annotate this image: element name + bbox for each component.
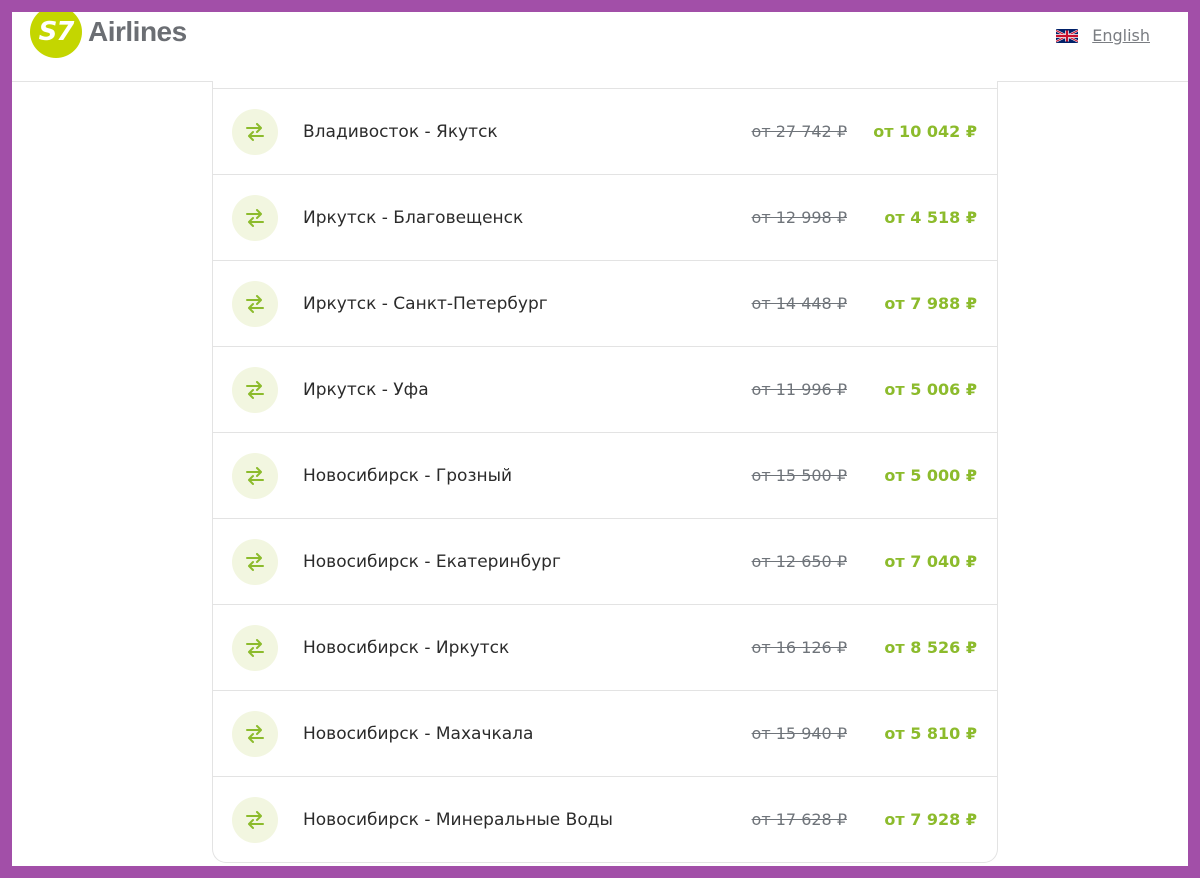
route-name[interactable]: Новосибирск - Иркутск — [303, 605, 509, 691]
route-row[interactable]: Новосибирск - Грозный от 15 500 ₽ от 5 000… — [213, 432, 997, 518]
old-price: от 15 500 ₽ — [751, 466, 847, 485]
new-price[interactable]: от 5 000 ₽ — [884, 433, 977, 519]
old-price: от 14 448 ₽ — [751, 294, 847, 313]
new-price[interactable]: от 5 006 ₽ — [884, 347, 977, 433]
site-header: S7 Airlines English — [12, 12, 1188, 82]
language-link[interactable]: English — [1092, 26, 1150, 45]
route-row[interactable]: Новосибирск - Екатеринбург от 12 650 ₽ от … — [213, 518, 997, 604]
route-row[interactable]: Иркутск - Благовещенск от 12 998 ₽ от 4 51… — [213, 174, 997, 260]
round-trip-arrows-icon — [232, 367, 278, 413]
round-trip-arrows-icon — [232, 281, 278, 327]
route-row[interactable]: Владивосток - Якутск от 27 742 ₽ от 10 042… — [213, 88, 997, 174]
old-price: от 17 628 ₽ — [751, 810, 847, 829]
route-row[interactable]: Новосибирск - Иркутск от 16 126 ₽ от 8 526… — [213, 604, 997, 690]
round-trip-arrows-icon — [232, 109, 278, 155]
old-price: от 15 940 ₽ — [751, 724, 847, 743]
route-name[interactable]: Владивосток - Якутск — [303, 89, 498, 175]
round-trip-arrows-icon — [232, 625, 278, 671]
new-price[interactable]: от 4 518 ₽ — [884, 175, 977, 261]
round-trip-arrows-icon — [232, 797, 278, 843]
round-trip-arrows-icon — [232, 711, 278, 757]
route-name[interactable]: Иркутск - Благовещенск — [303, 175, 523, 261]
old-price: от 16 126 ₽ — [751, 638, 847, 657]
routes-card: Владивосток - Якутск от 27 742 ₽ от 10 042… — [212, 81, 998, 863]
new-price[interactable]: от 5 810 ₽ — [884, 691, 977, 777]
page-frame: S7 Airlines English Владивосток - Якутск… — [12, 12, 1188, 866]
round-trip-arrows-icon — [232, 539, 278, 585]
new-price[interactable]: от 8 526 ₽ — [884, 605, 977, 691]
language-switcher[interactable]: English — [1056, 26, 1150, 45]
route-name[interactable]: Иркутск - Уфа — [303, 347, 429, 433]
route-name[interactable]: Новосибирск - Екатеринбург — [303, 519, 561, 605]
logo-mark: S7 — [30, 12, 82, 58]
new-price[interactable]: от 7 988 ₽ — [884, 261, 977, 347]
new-price[interactable]: от 7 040 ₽ — [884, 519, 977, 605]
route-name[interactable]: Новосибирск - Грозный — [303, 433, 512, 519]
old-price: от 27 742 ₽ — [751, 122, 847, 141]
old-price: от 12 998 ₽ — [751, 208, 847, 227]
route-name[interactable]: Новосибирск - Махачкала — [303, 691, 533, 777]
s7-logo[interactable]: S7 Airlines — [30, 12, 187, 64]
route-row[interactable]: Иркутск - Уфа от 11 996 ₽ от 5 006 ₽ — [213, 346, 997, 432]
uk-flag-icon — [1056, 28, 1079, 43]
new-price[interactable]: от 7 928 ₽ — [884, 777, 977, 863]
old-price: от 12 650 ₽ — [751, 552, 847, 571]
round-trip-arrows-icon — [232, 195, 278, 241]
route-row[interactable]: Новосибирск - Минеральные Воды от 17 628 … — [213, 776, 997, 862]
route-name[interactable]: Иркутск - Санкт-Петербург — [303, 261, 548, 347]
round-trip-arrows-icon — [232, 453, 278, 499]
route-row[interactable]: Новосибирск - Махачкала от 15 940 ₽ от 5 8… — [213, 690, 997, 776]
logo-text: Airlines — [88, 16, 187, 47]
old-price: от 11 996 ₽ — [751, 380, 847, 399]
route-row[interactable]: Иркутск - Санкт-Петербург от 14 448 ₽ от 7… — [213, 260, 997, 346]
new-price[interactable]: от 10 042 ₽ — [873, 89, 977, 175]
route-name[interactable]: Новосибирск - Минеральные Воды — [303, 777, 613, 863]
